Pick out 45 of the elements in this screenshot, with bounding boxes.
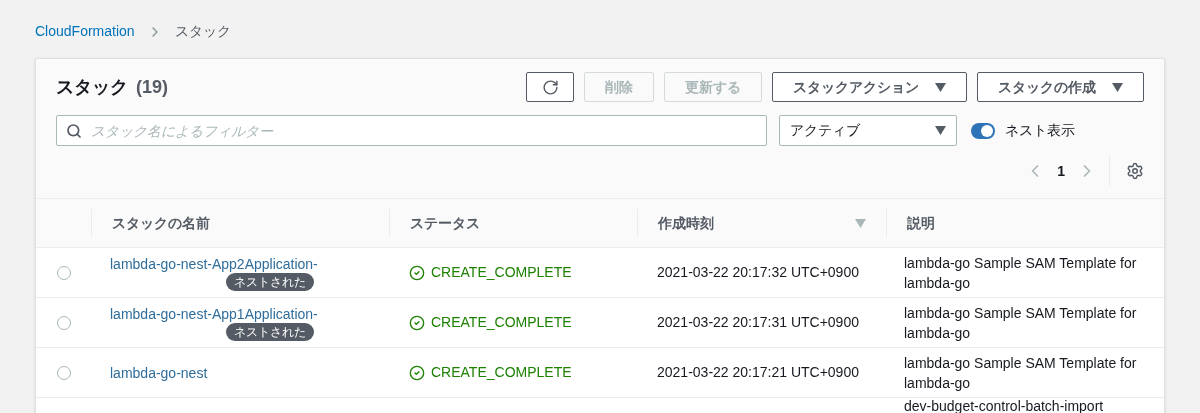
created-time: 2021-03-22 20:17:31 UTC+0900	[657, 314, 859, 330]
created-time: 2021-03-22 20:17:32 UTC+0900	[657, 264, 859, 280]
column-label: スタックの名前	[112, 213, 210, 233]
column-header-cell[interactable]: 作成時刻	[637, 209, 886, 237]
settings-icon[interactable]	[1126, 162, 1144, 180]
table-row[interactable]: lambda-go-nest-App2Application- ネストされた CREATE_COMPLETE 2021-03-22 20:17:32 UTC+0900 lambda-go Sample SAM Template for lambda-go	[36, 248, 1164, 298]
column-header-cell[interactable]: スタックの名前	[91, 209, 389, 237]
success-icon	[409, 314, 425, 331]
stack-name-link[interactable]: lambda-go-nest-App2Application-	[110, 254, 318, 273]
column-label: ステータス	[410, 213, 480, 233]
breadcrumb-link[interactable]: CloudFormation	[35, 21, 135, 42]
status-text: CREATE_COMPLETE	[431, 363, 572, 382]
description-text: dev-budget-control-batch-import	[904, 399, 1105, 413]
toggle-switch[interactable]	[971, 122, 995, 139]
nested-badge: ネストされた	[226, 322, 314, 341]
stack-name-link[interactable]: lambda-go-nest	[110, 363, 208, 382]
description-text: lambda-go Sample SAM Template for lambda-go	[904, 303, 1138, 343]
caret-icon	[935, 126, 946, 135]
breadcrumb-current: スタック	[174, 22, 231, 41]
page-number[interactable]: 1	[1057, 160, 1065, 182]
search-icon	[66, 123, 82, 139]
stack-name-link[interactable]: lambda-go-nest-App1Application-	[110, 304, 318, 323]
status-select[interactable]: アクティブ	[779, 115, 957, 146]
nested-badge: ネストされた	[226, 272, 314, 291]
success-icon	[409, 364, 425, 381]
sort-icon[interactable]	[855, 218, 866, 228]
column-label: 作成時刻	[658, 213, 714, 233]
column-header-cell[interactable]: ステータス	[389, 209, 637, 237]
created-time: 2021-03-22 20:17:21 UTC+0900	[657, 364, 859, 380]
column-header-cell[interactable]: 説明	[886, 209, 1164, 237]
dropdown-button[interactable]: スタックの作成	[977, 72, 1144, 102]
success-icon	[409, 264, 425, 281]
caret-icon	[935, 82, 946, 92]
table-row[interactable]: lambda-go-nest-App1Application- ネストされた CREATE_COMPLETE 2021-03-22 20:17:31 UTC+0900 lambda-go Sample SAM Template for lambda-go	[36, 298, 1164, 348]
status-text: CREATE_COMPLETE	[431, 263, 572, 282]
panel-title: スタック (19)	[56, 75, 168, 99]
column-label: 説明	[907, 213, 935, 233]
toggle-label: ネスト表示	[1005, 121, 1075, 140]
dropdown-button[interactable]: スタックアクション	[772, 72, 967, 102]
refresh-button[interactable]	[526, 72, 574, 102]
caret-icon	[1112, 82, 1123, 92]
search-field[interactable]: スタック名によるフィルター	[56, 115, 767, 146]
status-text: CREATE_COMPLETE	[431, 313, 572, 332]
refresh-icon	[541, 78, 559, 96]
description-text: lambda-go Sample SAM Template for lambda-go	[904, 253, 1138, 293]
